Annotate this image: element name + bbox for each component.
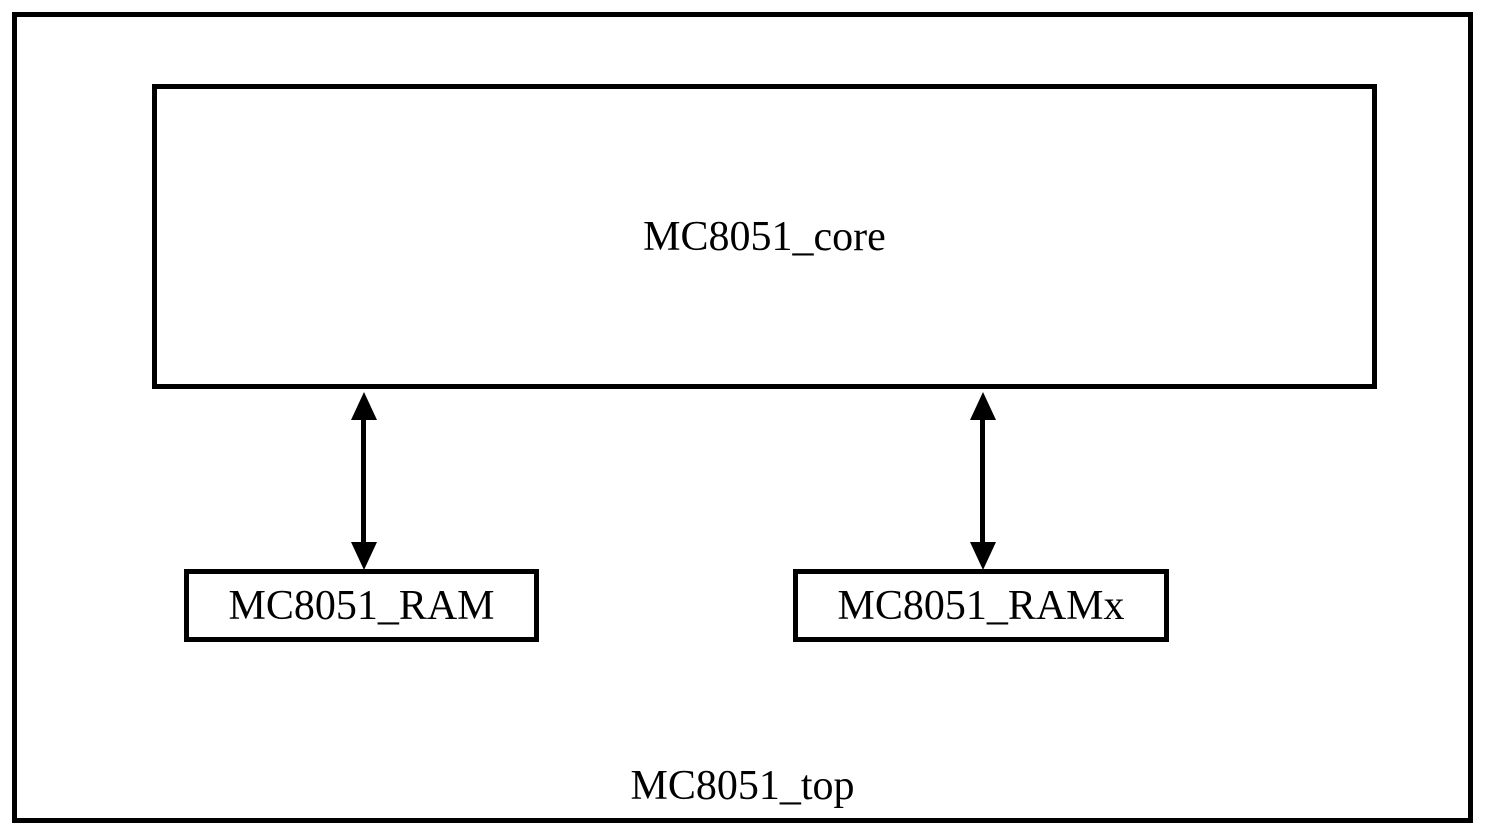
arrow-head-down-icon [351,542,377,570]
core-label: MC8051_core [643,213,886,261]
arrow-head-up-icon [351,392,377,420]
arrow-core-to-ram [361,415,366,545]
outer-container-label: MC8051_top [630,762,854,810]
ram-label: MC8051_RAM [228,582,494,630]
arrow-head-up-icon [970,392,996,420]
core-block: MC8051_core [152,84,1377,389]
outer-container-box: MC8051_core MC8051_RAM MC8051_RAMx MC805… [12,12,1473,823]
ramx-block: MC8051_RAMx [793,569,1169,642]
arrow-head-down-icon [970,542,996,570]
arrow-core-to-ramx [980,415,985,545]
ram-block: MC8051_RAM [184,569,539,642]
ramx-label: MC8051_RAMx [837,582,1124,630]
